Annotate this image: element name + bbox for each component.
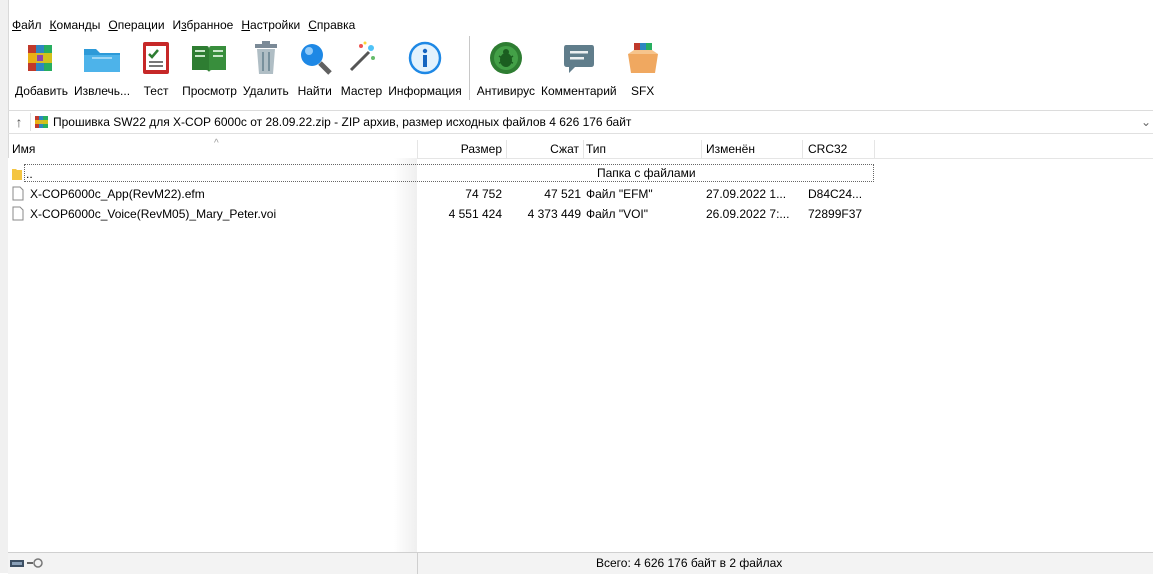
row-type: Папка с файлами [597, 166, 696, 180]
toolbar-separator [468, 36, 470, 100]
status-bar: Всего: 4 626 176 байт в 2 файлах [8, 552, 1153, 574]
extract-button[interactable]: Извлечь... [71, 36, 133, 98]
row-packed: 47 521 [544, 187, 581, 201]
winrar-window: Файл Команды Операции Избранное Настройк… [8, 0, 1153, 574]
column-type[interactable]: Тип [586, 140, 702, 158]
test-button[interactable]: Тест [133, 36, 179, 98]
antivirus-button[interactable]: Антивирус [474, 36, 538, 98]
archive-path-field[interactable]: Прошивка SW22 для X-COP 6000c от 28.09.2… [30, 113, 1139, 131]
comment-button[interactable]: Комментарий [538, 36, 620, 98]
row-crc: D84C24... [808, 187, 863, 201]
row-crc: 72899F37 [808, 207, 863, 221]
address-bar: ↑ Прошивка SW22 для X-COP 6000c от 28.09… [8, 110, 1153, 134]
row-name: X-COP6000c_App(RevM22).efm [30, 187, 205, 201]
bug-icon [486, 38, 526, 78]
sfx-button[interactable]: SFX [620, 36, 666, 98]
status-summary: Всего: 4 626 176 байт в 2 файлах [596, 556, 783, 570]
delete-button[interactable]: Удалить [240, 36, 292, 98]
arrow-up-icon[interactable]: ↑ [8, 114, 30, 130]
find-button[interactable]: Найти [292, 36, 338, 98]
menu-bar: Файл Команды Операции Избранное Настройк… [8, 16, 359, 34]
row-size: 4 551 424 [448, 207, 502, 221]
chevron-down-icon[interactable]: ⌄ [1139, 115, 1153, 129]
archive-path-text: Прошивка SW22 для X-COP 6000c от 28.09.2… [53, 115, 632, 129]
drive-key-icon [10, 556, 50, 570]
magnifier-icon [295, 38, 335, 78]
selection-focus [24, 164, 874, 182]
view-button[interactable]: Просмотр [179, 36, 240, 98]
sort-caret-icon: ^ [214, 138, 219, 149]
table-row-updir[interactable]: .. Папка с файлами [8, 164, 1153, 184]
column-crc32[interactable]: CRC32 [808, 140, 875, 158]
trash-can-icon [246, 38, 286, 78]
checklist-icon [136, 38, 176, 78]
row-name: X-COP6000c_Voice(RevM05)_Mary_Peter.voi [30, 207, 277, 221]
status-divider [417, 553, 418, 574]
column-size[interactable]: Размер [418, 140, 507, 158]
add-button[interactable]: Добавить [12, 36, 71, 98]
row-name: .. [26, 167, 33, 181]
column-packed[interactable]: Сжат [507, 140, 584, 158]
column-modified[interactable]: Изменён [706, 140, 803, 158]
row-modified: 27.09.2022 1... [706, 187, 787, 201]
row-type: Файл "EFM" [586, 187, 653, 201]
info-button[interactable]: Информация [385, 36, 464, 98]
row-size: 74 752 [465, 187, 502, 201]
magic-wand-icon [341, 38, 381, 78]
sfx-box-icon [623, 38, 663, 78]
menu-operations[interactable]: Операции [104, 16, 168, 34]
row-packed: 4 373 449 [527, 207, 581, 221]
info-icon [405, 38, 445, 78]
speech-bubble-icon [559, 38, 599, 78]
folder-icon [82, 38, 122, 78]
menu-favorites[interactable]: Избранное [169, 16, 238, 34]
zip-archive-icon [35, 116, 48, 128]
folder-icon [12, 164, 22, 184]
row-modified: 26.09.2022 7:... [706, 207, 790, 221]
file-icon [12, 184, 24, 204]
open-book-icon [189, 38, 229, 78]
table-row[interactable]: X-COP6000c_Voice(RevM05)_Mary_Peter.voi … [8, 204, 1153, 224]
menu-settings[interactable]: Настройки [237, 16, 304, 34]
menu-help[interactable]: Справка [304, 16, 359, 34]
menu-file[interactable]: Файл [8, 16, 46, 34]
table-row[interactable]: X-COP6000c_App(RevM22).efm 74 752 47 521… [8, 184, 1153, 204]
file-list-header: Имя ^ Размер Сжат Тип Изменён CRC32 [8, 138, 1153, 159]
menu-commands[interactable]: Команды [46, 16, 105, 34]
toolbar: Добавить Извлечь... Тест Просмотр Удалит… [12, 36, 666, 104]
row-type: Файл "VOI" [586, 207, 649, 221]
file-icon [12, 204, 24, 224]
archive-books-icon [22, 38, 62, 78]
wizard-button[interactable]: Мастер [338, 36, 386, 98]
